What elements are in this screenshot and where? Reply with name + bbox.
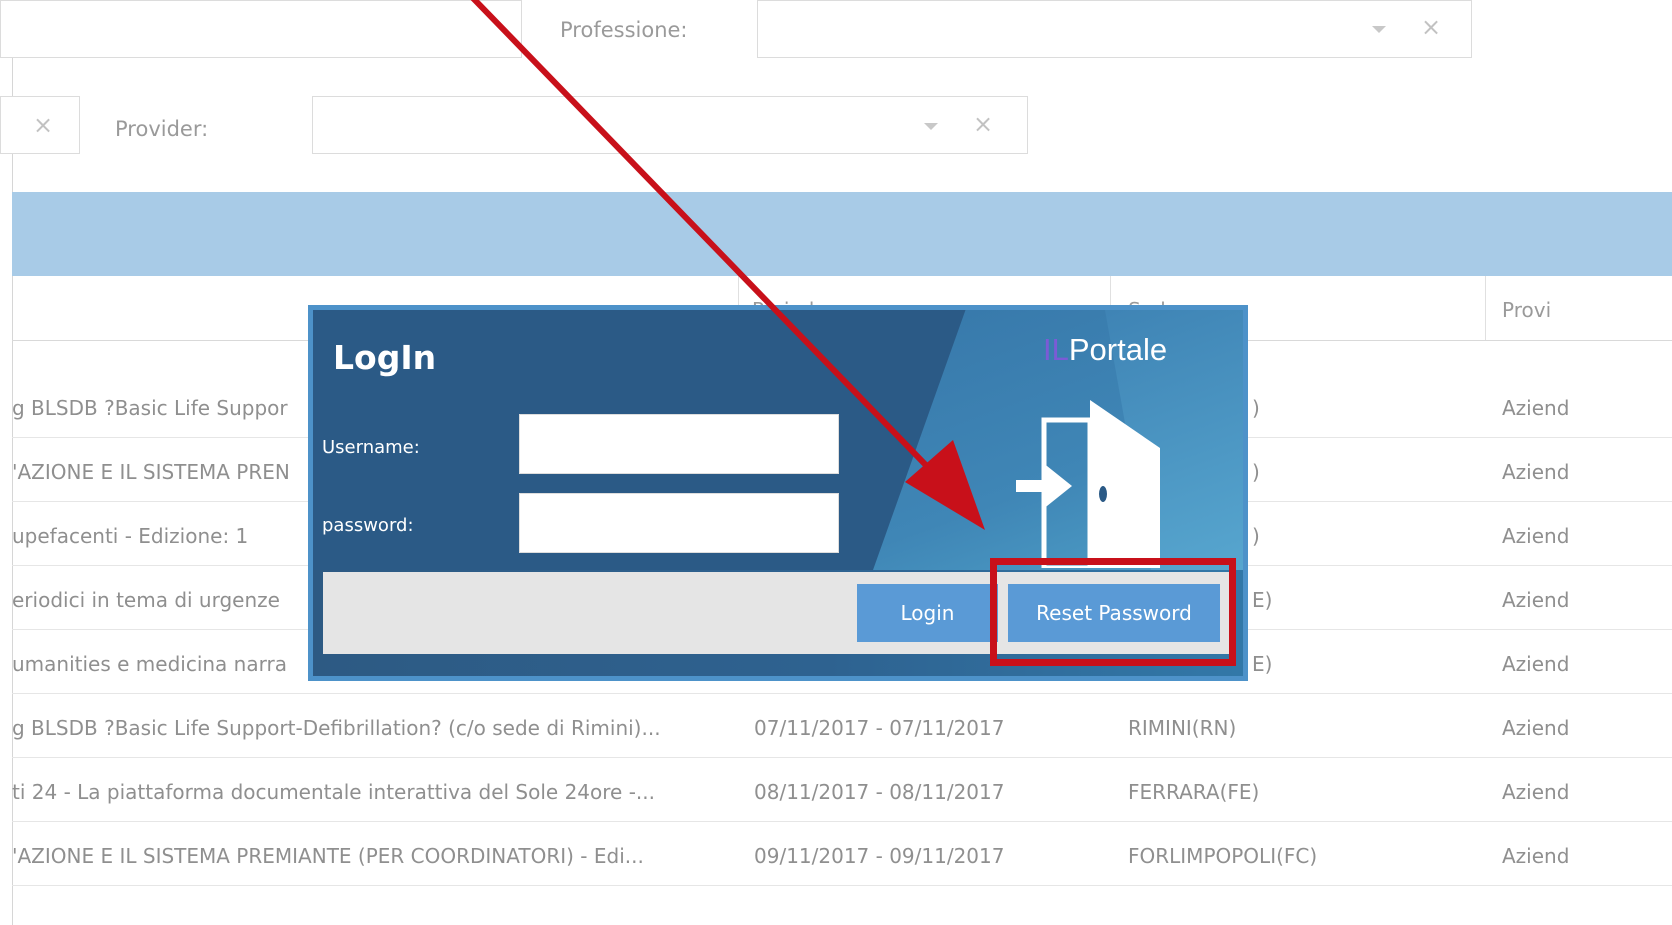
annotation-arrow <box>470 0 985 530</box>
